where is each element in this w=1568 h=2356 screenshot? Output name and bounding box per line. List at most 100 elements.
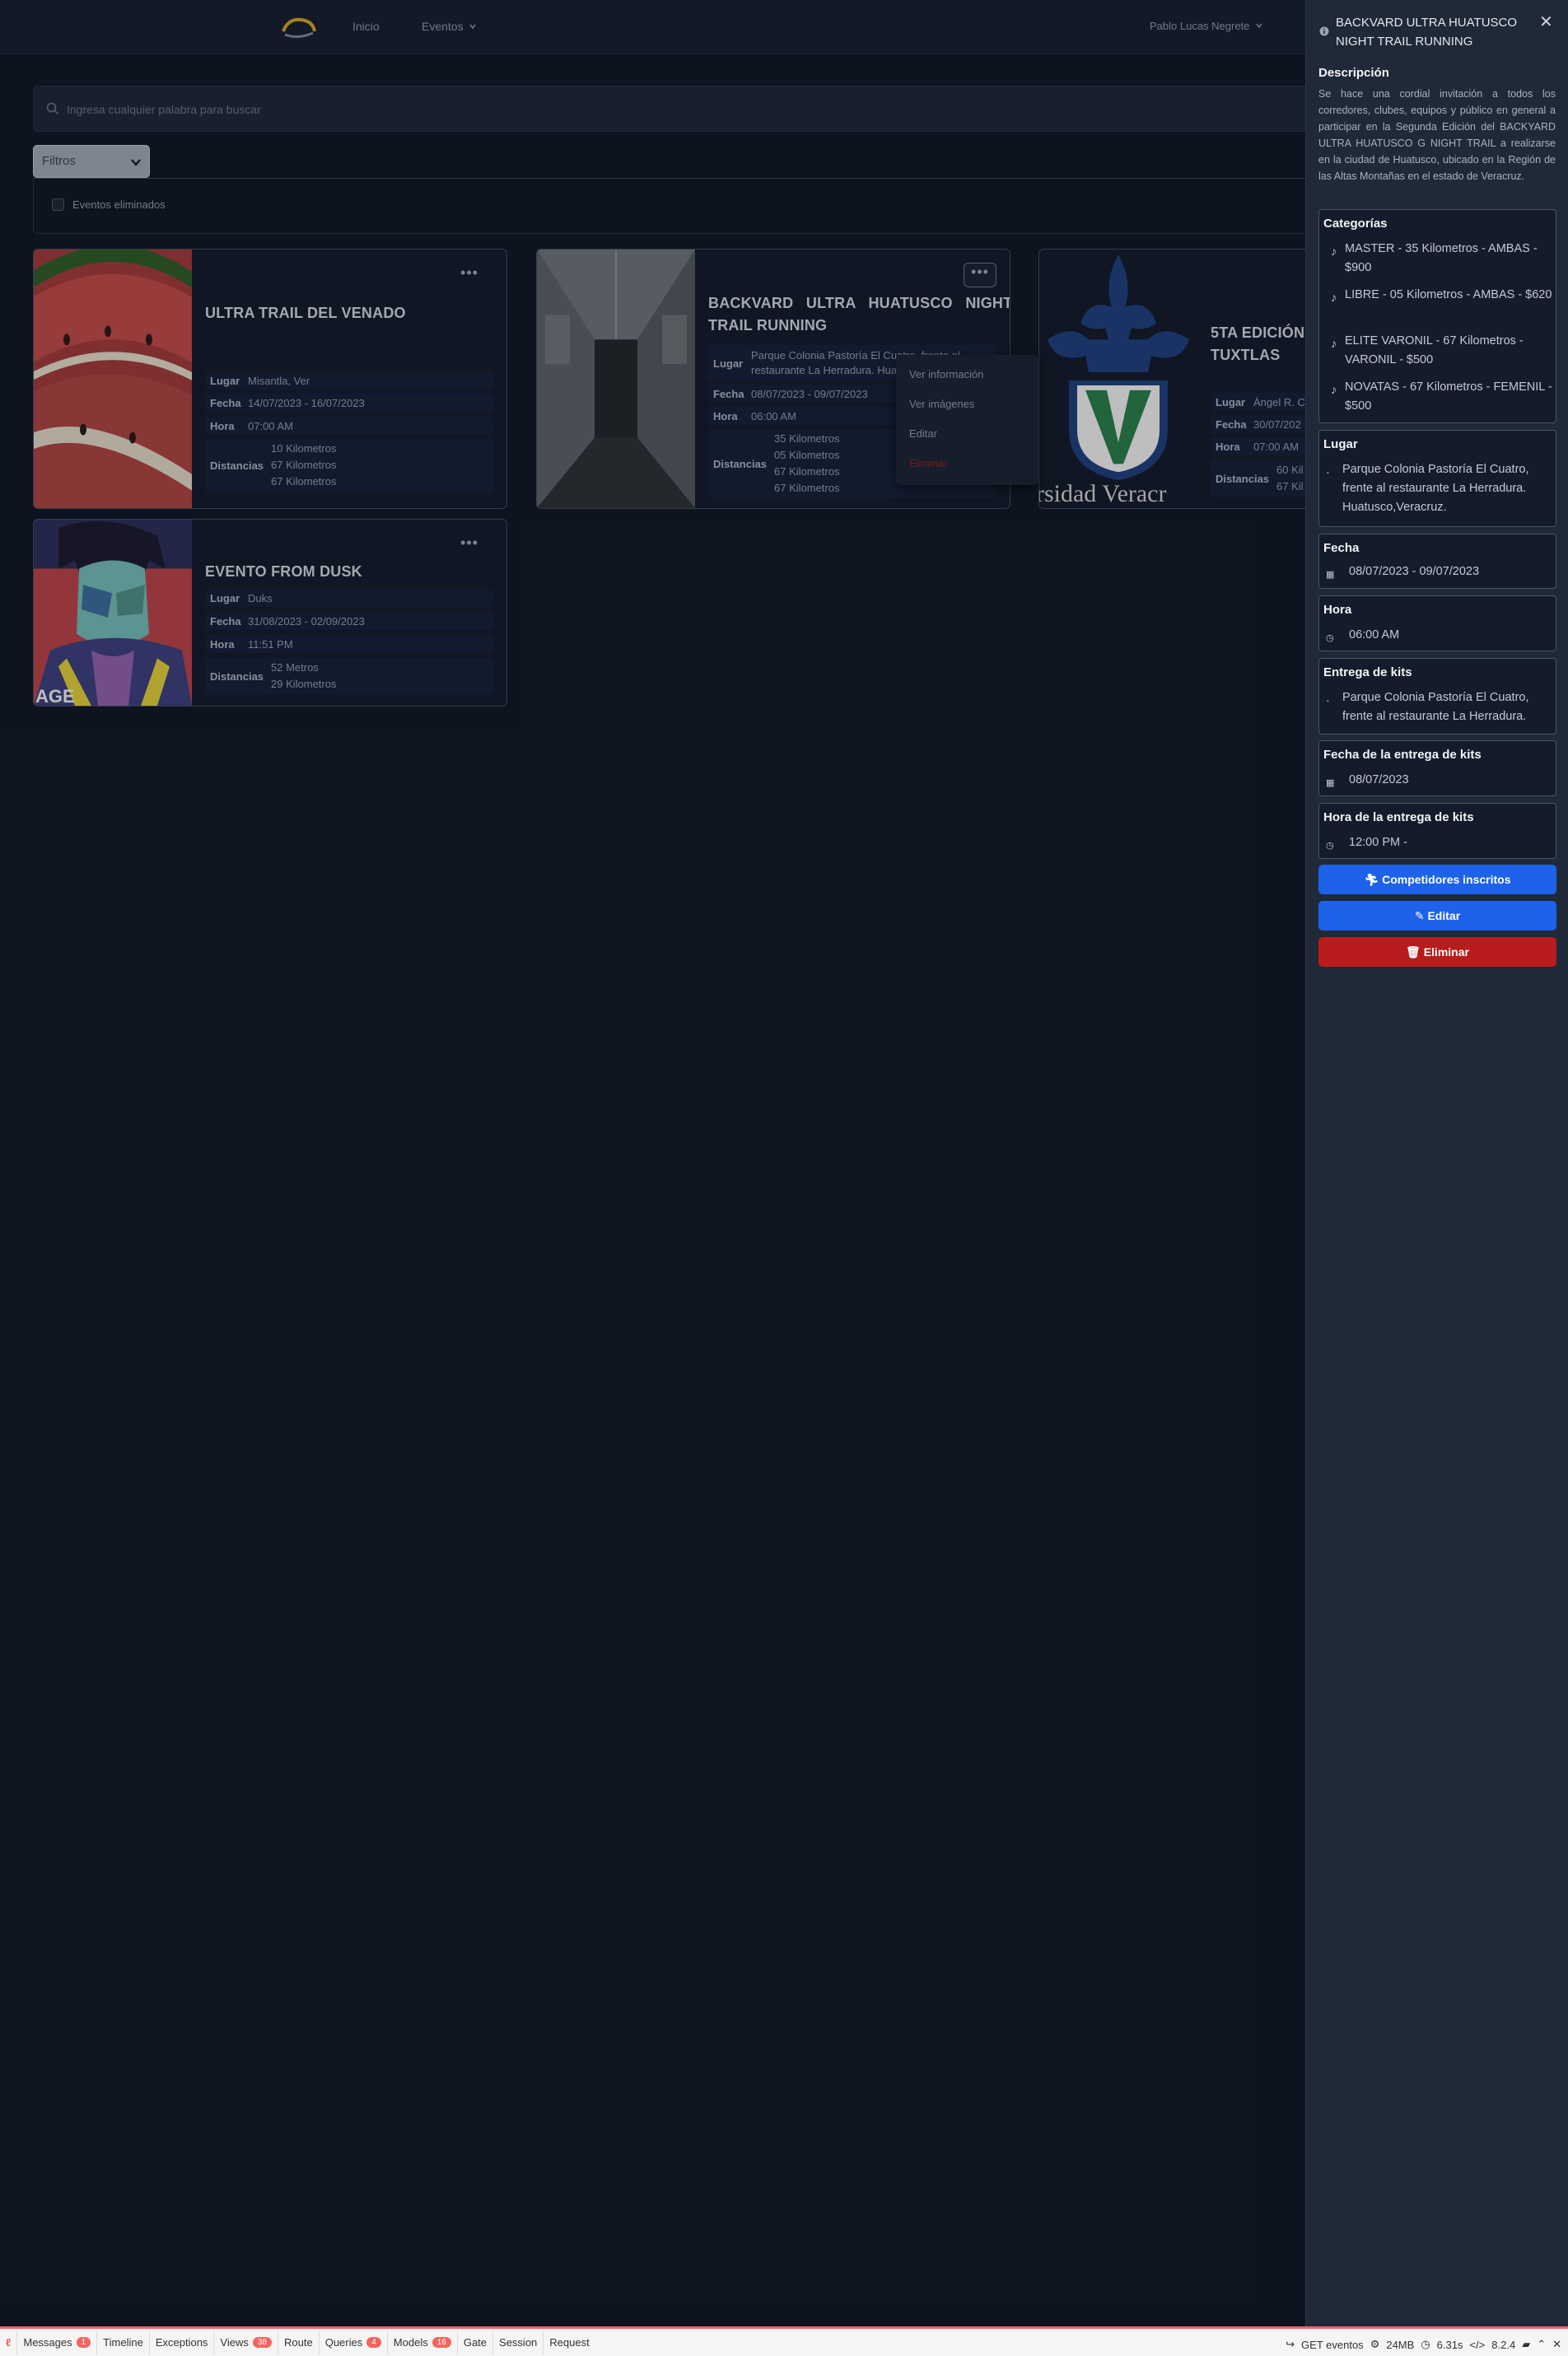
image-text: rsidad Veracr — [1039, 480, 1167, 507]
edit-icon: ✎ — [1414, 909, 1425, 922]
drawer-title: BACKVARD ULTRA HUATUSCO NIGHT TRAIL RUNN… — [1336, 16, 1518, 49]
kits-date-text: 08/07/2023 — [1349, 773, 1409, 786]
nav-home-link[interactable]: Inicio — [352, 20, 380, 33]
filters-panel: Eventos eliminados — [33, 178, 1318, 234]
debug-tab-models[interactable]: Models 16 — [388, 2330, 458, 2355]
laravel-logo-icon[interactable]: ℓ — [0, 2330, 18, 2355]
event-date: 14/07/2023 - 16/07/2023 — [248, 396, 365, 409]
category-label: MASTER - 35 Kilometros - AMBAS - $900 — [1345, 242, 1538, 274]
image-text: AGE — [35, 686, 75, 706]
debug-tab-queries[interactable]: Queries 4 — [320, 2330, 388, 2355]
filters-select[interactable]: Filtros — [33, 145, 150, 178]
event-distances-row: Distancias 60 Kil 67 Kil — [1211, 460, 1305, 497]
search-input[interactable] — [67, 98, 1220, 121]
distance-item: 67 Kil — [1276, 480, 1304, 492]
menu-item-delete[interactable]: Eliminar — [896, 455, 1038, 485]
debug-tab-label: Session — [499, 2336, 538, 2349]
event-time-row: Hora 11:51 PM — [205, 635, 493, 653]
deleted-events-label: Eventos eliminados — [72, 198, 166, 211]
event-title: BACKVARD ULTRA HUATUSCO NIGHT TRAIL RUNN… — [708, 292, 1010, 337]
debug-bar: ℓ Messages 1 Timeline Exceptions Views 3… — [0, 2326, 1568, 2356]
clock-icon: ◷ — [1326, 841, 1334, 851]
date-box: Fecha ▦ 08/07/2023 - 09/07/2023 — [1318, 534, 1556, 589]
user-name: Pablo Lucas Negrete — [1150, 20, 1250, 32]
delete-button[interactable]: 🗑︎ Eliminar — [1318, 937, 1556, 967]
card-menu-button[interactable]: ••• — [964, 263, 996, 287]
event-time: 11:51 PM — [248, 637, 293, 651]
place-title: Lugar — [1323, 437, 1358, 451]
count-badge: 4 — [366, 2337, 381, 2348]
close-icon[interactable]: ✕ — [1552, 2338, 1561, 2351]
event-description: Se hace una cordial invitación a todos l… — [1318, 88, 1556, 182]
debug-tab-request[interactable]: Request — [544, 2330, 595, 2355]
kits-date-box: Fecha de la entrega de kits ▦ 08/07/2023 — [1318, 740, 1556, 796]
edit-button-label: Editar — [1427, 909, 1461, 922]
music-note-icon: ♪ — [1331, 292, 1337, 305]
competitors-button[interactable]: 🏃︎ Competidores inscritos — [1318, 865, 1556, 894]
folder-icon[interactable]: ▰ — [1522, 2338, 1530, 2351]
competitors-button-label: Competidores inscritos — [1382, 873, 1511, 886]
running-icon: 🏃︎ — [1364, 873, 1379, 886]
distances-list: 10 Kilometros 67 Kilometros 67 Kilometro… — [271, 441, 336, 490]
event-date: 30/07/202 — [1253, 418, 1301, 431]
music-note-icon: ♪ — [1331, 384, 1337, 397]
card-menu-button[interactable]: ••• — [457, 535, 482, 554]
event-image — [34, 250, 192, 508]
user-menu[interactable]: Pablo Lucas Negrete — [1150, 20, 1263, 32]
event-image — [537, 250, 695, 508]
debug-tab-session[interactable]: Session — [493, 2330, 544, 2355]
main-content: Filtros Eventos eliminados ••• ULTRA TRA… — [0, 54, 1318, 2327]
chevron-up-icon[interactable]: ⌃ — [1537, 2338, 1546, 2351]
date-label: Fecha — [210, 614, 241, 627]
card-menu-button[interactable]: ••• — [457, 265, 482, 284]
debug-tab-messages[interactable]: Messages 1 — [17, 2330, 98, 2355]
distances-label: Distancias — [713, 457, 768, 470]
kits-time-item: ◷ 12:00 PM - — [1326, 833, 1407, 856]
debug-tab-views[interactable]: Views 38 — [214, 2330, 278, 2355]
deleted-events-filter[interactable]: Eventos eliminados — [52, 198, 166, 211]
debug-tab-exceptions[interactable]: Exceptions — [150, 2330, 215, 2355]
time-label: Hora — [210, 419, 235, 432]
menu-item-edit[interactable]: Editar — [896, 426, 1038, 455]
debug-tab-label: Views — [220, 2336, 249, 2349]
event-title: 5TA EDICIÓN TUXTLAS — [1211, 322, 1304, 366]
categories-title: Categorías — [1323, 217, 1388, 231]
share-icon: ↪ — [1286, 2338, 1295, 2350]
event-card[interactable]: AGE ••• EVENTO FROM DUSK Lugar Duks Fech… — [33, 519, 507, 707]
event-card[interactable]: rsidad Veracr 5TA EDICIÓN TUXTLAS Lugar … — [1038, 249, 1305, 509]
debug-tab-gate[interactable]: Gate — [458, 2330, 494, 2355]
kits-place-text: Parque Colonia Pastoría El Cuatro, frent… — [1342, 691, 1529, 723]
nav-events-label: Eventos — [422, 20, 464, 33]
delete-button-label: Eliminar — [1423, 945, 1469, 959]
edit-button[interactable]: ✎ Editar — [1318, 901, 1556, 931]
nav-events-menu[interactable]: Eventos — [422, 20, 477, 33]
debug-tab-label: Models — [393, 2336, 428, 2349]
kits-title: Entrega de kits — [1323, 665, 1412, 679]
music-note-icon: ♪ — [1331, 338, 1337, 351]
event-card[interactable]: ••• ULTRA TRAIL DEL VENADO Lugar Misantl… — [33, 249, 507, 509]
logo-icon[interactable] — [280, 15, 318, 40]
event-place-row: Lugar Ángel R. C — [1211, 393, 1305, 411]
distance-item: 52 Metros — [271, 661, 319, 674]
distances-list: 35 Kilometros 05 Kilometros 67 Kilometro… — [774, 431, 839, 497]
close-icon[interactable]: ✕ — [1539, 12, 1553, 32]
kits-date-title: Fecha de la entrega de kits — [1323, 748, 1482, 762]
music-note-icon: ♪ — [1331, 245, 1337, 259]
event-place-row: Lugar Misantla, Ver — [205, 371, 493, 390]
event-time: 07:00 AM — [1253, 440, 1299, 453]
debug-tab-timeline[interactable]: Timeline — [97, 2330, 150, 2355]
chevron-down-icon — [131, 159, 141, 166]
date-label: Fecha — [210, 396, 241, 409]
distance-item: 60 Kil — [1276, 464, 1304, 476]
deleted-events-checkbox[interactable] — [52, 198, 64, 211]
menu-item-view-images[interactable]: Ver imágenes — [896, 396, 1038, 426]
event-detail-drawer: BACKVARD ULTRA HUATUSCO NIGHT TRAIL RUNN… — [1305, 0, 1568, 2326]
count-badge: 16 — [432, 2337, 451, 2348]
menu-item-view-info[interactable]: Ver información — [896, 366, 1038, 396]
debug-tab-label: Exceptions — [155, 2336, 208, 2349]
category-item: ♪ NOVATAS - 67 Kilometros - FEMENIL - $5… — [1331, 378, 1553, 416]
event-title: ULTRA TRAIL DEL VENADO — [205, 305, 406, 321]
distance-item: 67 Kilometros — [774, 482, 840, 494]
debug-tab-route[interactable]: Route — [278, 2330, 320, 2355]
distances-label: Distancias — [1216, 472, 1270, 485]
